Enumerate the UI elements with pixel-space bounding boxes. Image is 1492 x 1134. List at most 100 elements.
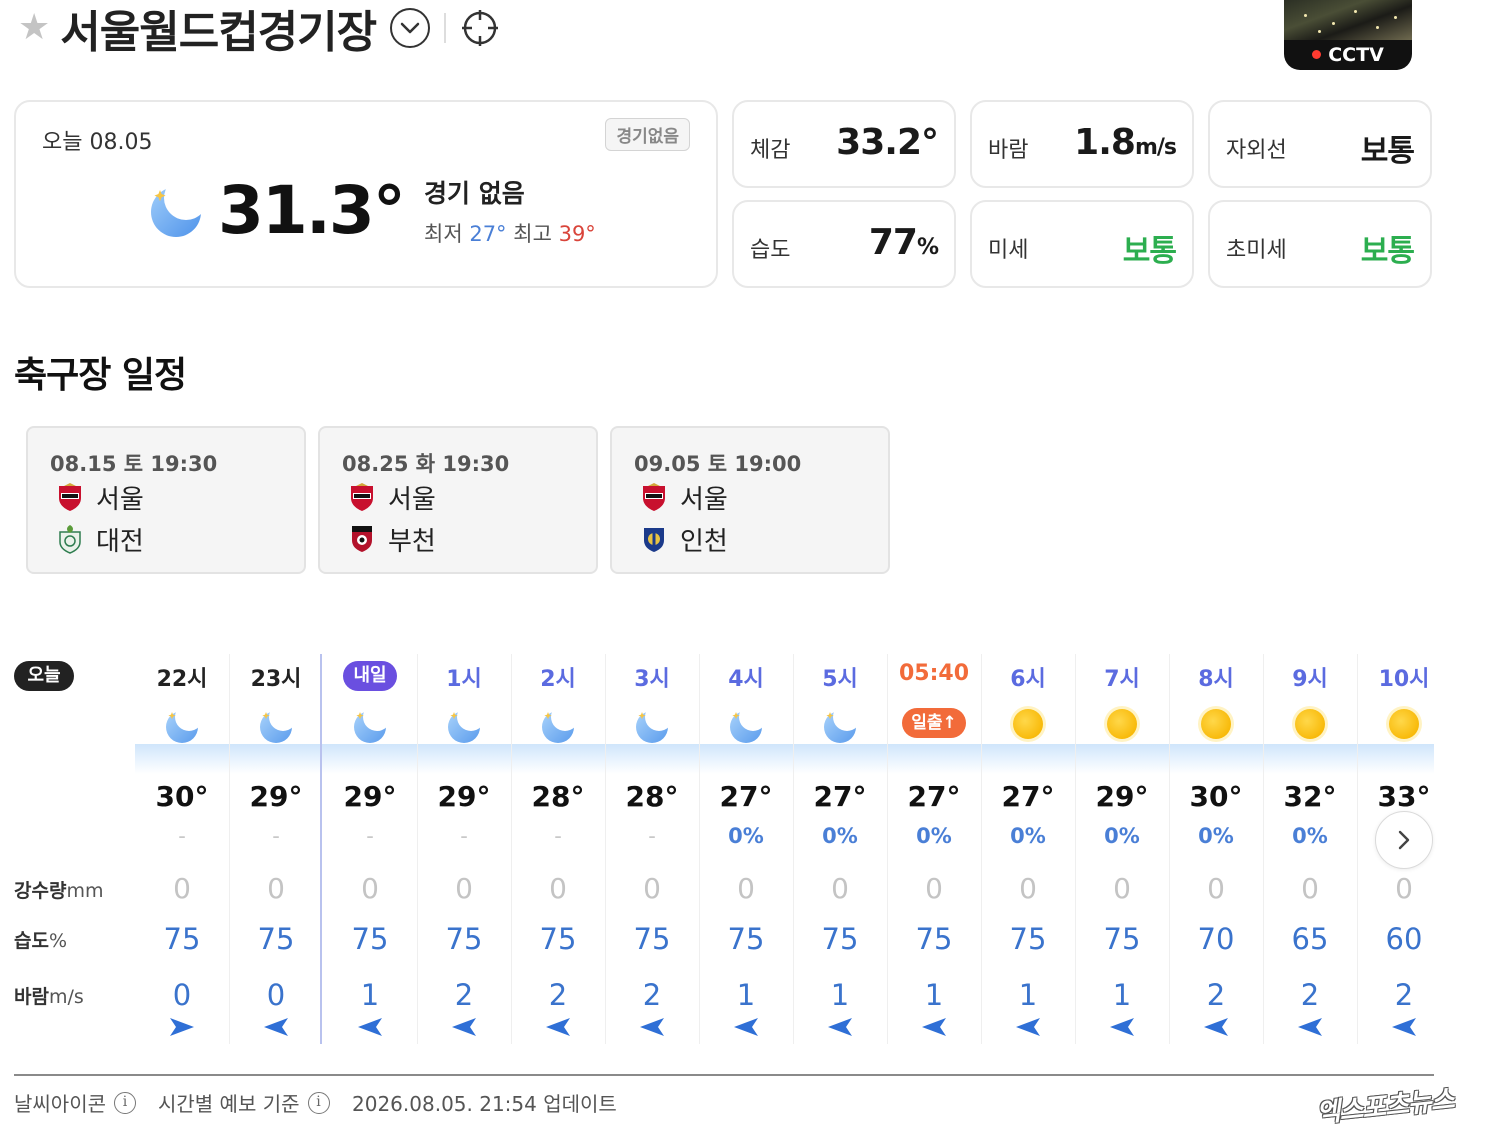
hour-label: 2시 (540, 667, 576, 692)
wind-direction (511, 1016, 605, 1040)
current-temperature: 31.3° (218, 172, 406, 249)
hourly-temperature: 33° (1377, 780, 1431, 813)
daejeon-logo-icon (59, 525, 81, 554)
match-date: 08.25 화 19:30 (342, 452, 510, 476)
cctv-thumbnail (1284, 0, 1412, 40)
wind-direction-icon (1110, 1018, 1134, 1036)
sun-icon (1104, 706, 1140, 742)
wind-direction (699, 1016, 793, 1040)
home-team-name: 서울 (680, 484, 728, 515)
incheon-logo-icon (644, 528, 664, 552)
uv-value: 보통 (1360, 134, 1415, 169)
hourly-temperature: 30° (155, 780, 209, 813)
humidity-value: 75 (633, 922, 671, 956)
fine-dust-card: 미세 보통 (970, 200, 1194, 288)
wind-direction (1075, 1016, 1169, 1040)
match-card[interactable]: 08.25 화 19:30 서울 부천 (318, 426, 598, 574)
hour-label: 22시 (156, 667, 208, 692)
wind-direction (605, 1016, 699, 1040)
wind-value: 1.8m/s (1074, 122, 1177, 163)
home-team-name: 서울 (388, 484, 436, 515)
ultrafine-dust-label: 초미세 (1226, 238, 1287, 263)
match-card[interactable]: 09.05 토 19:00 서울 인천 (610, 426, 890, 574)
home-team: 서울 (56, 480, 144, 515)
rainfall-value: 0 (1019, 872, 1037, 905)
wind-direction-icon (358, 1018, 382, 1036)
wind-speed-value: 2 (642, 978, 662, 1012)
current-location-button[interactable] (460, 8, 500, 48)
forecast-basis-label: 시간별 예보 기준 (158, 1092, 300, 1116)
wind-speed-value: 1 (1018, 978, 1038, 1012)
weather-icon-info[interactable]: 날씨아이콘 i (14, 1088, 136, 1117)
rainfall-value: 0 (643, 872, 661, 905)
forecast-basis-info[interactable]: 시간별 예보 기준 i (158, 1088, 330, 1117)
wind-direction (417, 1016, 511, 1040)
hourly-temperature: 27° (1001, 780, 1055, 813)
rain-row-label: 강수량mm (14, 880, 104, 902)
match-date: 08.15 토 19:30 (50, 452, 218, 476)
humidity-value: 75 (351, 922, 389, 956)
max-temp-label: 최고 (513, 222, 552, 246)
wind-speed-value: 0 (172, 978, 192, 1012)
tomorrow-label: 내일 (323, 661, 417, 691)
min-temp-label: 최저 (424, 222, 463, 246)
next-hours-button[interactable] (1375, 811, 1433, 869)
game-status: 경기 없음 (424, 179, 525, 208)
moon-icon (260, 711, 292, 743)
info-icon[interactable]: i (307, 1091, 330, 1114)
update-time: 2026.08.05. 21:54 업데이트 (352, 1092, 617, 1116)
cctv-button[interactable]: CCTV (1284, 0, 1412, 70)
fc-seoul-logo-icon (59, 483, 81, 511)
hourly-temperature: 30° (1189, 780, 1243, 813)
min-max-temperature: 최저 27° 최고 39° (424, 218, 596, 248)
precipitation-probability: 0% (1198, 824, 1234, 848)
weather-icon-cell (1263, 704, 1357, 744)
wind-direction (229, 1016, 323, 1040)
hour-label: 1시 (446, 667, 482, 692)
hour-label: 10시 (1378, 667, 1430, 692)
wind-direction-icon (1298, 1018, 1322, 1036)
hourly-temperature: 29° (437, 780, 491, 813)
favorite-star-icon[interactable]: ★ (18, 10, 50, 46)
tomorrow-pill: 내일 (343, 661, 397, 691)
wind-label: 바람 (988, 138, 1029, 163)
sun-icon (1198, 706, 1234, 742)
home-team-name: 서울 (96, 484, 144, 515)
sun-icon (1292, 706, 1328, 742)
precipitation-probability: - (460, 824, 468, 848)
temperature-band (135, 744, 1434, 774)
humidity-value: 75 (915, 922, 953, 956)
wind-speed-value: 2 (1394, 978, 1414, 1012)
hourly-temperature: 28° (625, 780, 679, 813)
uv-card: 자외선 보통 (1208, 100, 1432, 188)
wind-direction-icon (640, 1018, 664, 1036)
match-card[interactable]: 08.15 토 19:30 서울 대전 (26, 426, 306, 574)
rainfall-value: 0 (361, 872, 379, 905)
chevron-right-icon (1398, 830, 1410, 850)
current-weather-card: 오늘 08.05 경기없음 31.3° 경기 없음 최저 27° 최고 39° (14, 100, 718, 288)
hourly-temperature: 29° (343, 780, 397, 813)
humidity-value: 75 (727, 922, 765, 956)
hour-label: 3시 (634, 667, 670, 692)
location-dropdown-button[interactable] (390, 8, 431, 48)
home-team: 서울 (348, 480, 436, 515)
weather-icon-cell (229, 704, 323, 744)
hour-label: 23시 (250, 667, 302, 692)
rainfall-value: 0 (737, 872, 755, 905)
moon-icon (151, 187, 201, 237)
sunrise-badge: 일출↑ (902, 708, 966, 738)
cctv-label: CCTV (1284, 44, 1412, 66)
humidity-value: 60 (1385, 922, 1423, 956)
weather-icon-cell (1075, 704, 1169, 744)
hourly-temperature: 28° (531, 780, 585, 813)
today-date: 오늘 08.05 (42, 130, 153, 155)
max-temp: 39° (558, 222, 596, 246)
weather-icon-label: 날씨아이콘 (14, 1092, 106, 1116)
away-team-name: 인천 (680, 526, 728, 557)
wind-direction (793, 1016, 887, 1040)
wind-speed-value: 2 (454, 978, 474, 1012)
home-team: 서울 (640, 480, 728, 515)
header: ★ 서울월드컵경기장 (18, 0, 500, 58)
wind-direction-icon (1016, 1018, 1040, 1036)
info-icon[interactable]: i (114, 1091, 136, 1114)
